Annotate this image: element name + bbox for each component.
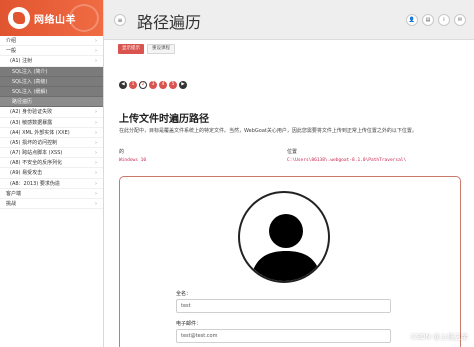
email-input[interactable]: test@test.com xyxy=(176,329,391,343)
brand-decoration xyxy=(69,4,99,32)
sidebar-item-label: (A9) 易受攻击 xyxy=(10,170,43,177)
os-label: 的 xyxy=(119,149,125,155)
page-title: 路径遍历 xyxy=(137,13,202,32)
sidebar-item-label: SQL注入 (简介) xyxy=(12,68,48,75)
sidebar-item[interactable]: (A2) 身份验证失败 › xyxy=(0,107,103,118)
profile-avatar[interactable] xyxy=(238,191,330,283)
sidebar-item[interactable]: 挑战 › xyxy=(0,199,103,210)
top-bar: ≡ 路径遍历 👤 ▤ i ✉ xyxy=(104,0,474,40)
brand-header: 网络山羊 xyxy=(0,0,103,36)
mail-icon[interactable]: ✉ xyxy=(454,14,466,26)
sidebar-item-label: 介绍 xyxy=(6,38,17,44)
watermark: CSDN @上线之余 xyxy=(410,333,468,341)
sidebar-item-label: (A2) 身份验证失败 xyxy=(10,109,53,116)
os-value: Windows 10 xyxy=(119,158,147,163)
lesson-toolbar: 显示提示 重设课程 xyxy=(118,44,464,54)
chevron-right-icon: › xyxy=(95,190,97,197)
sidebar: 网络山羊 介绍 › 一般 › (A1) 注射 › SQL注入 (简介) SQL注入 (高级) S… xyxy=(0,0,104,347)
sidebar-item-label: (A1) 注射 xyxy=(10,58,33,65)
sidebar-item-label: 挑战 xyxy=(6,201,17,207)
goat-logo-icon xyxy=(8,7,30,29)
location-value: C:\Users\86138\.webgoat-8.1.0\PathTraver… xyxy=(287,158,407,163)
page-3-button[interactable]: 3 xyxy=(149,81,157,89)
top-icon-group: 👤 ▤ i ✉ xyxy=(406,14,466,26)
chevron-right-icon: › xyxy=(95,139,97,146)
sidebar-nav: 介绍 › 一般 › (A1) 注射 › SQL注入 (简介) SQL注入 (高级) SQL注入 … xyxy=(0,36,103,210)
chevron-right-icon: › xyxy=(95,119,97,126)
sidebar-item-label: (A7) 跨站点脚本 (XSS) xyxy=(10,150,63,157)
sidebar-item-label: (A5) 损坏的访问控制 xyxy=(10,139,58,146)
show-hints-button[interactable]: 显示提示 xyxy=(118,44,144,54)
chevron-right-icon: › xyxy=(95,150,97,157)
chevron-right-icon: › xyxy=(95,58,97,65)
chevron-right-icon: › xyxy=(95,201,97,207)
lesson-description: 在此分配中，目标是覆盖文件系统上的特定文件。当然，WebGoat关心用户，因此您… xyxy=(119,128,417,134)
location-label: 位置 xyxy=(287,149,298,155)
sidebar-item[interactable]: 一般 › xyxy=(0,46,103,57)
page-5-button[interactable]: 5 xyxy=(169,81,177,89)
menu-toggle-icon[interactable]: ≡ xyxy=(114,14,126,26)
chevron-right-icon: › xyxy=(95,170,97,177)
page-1-button[interactable]: 1 xyxy=(129,81,137,89)
report-icon[interactable]: ▤ xyxy=(422,14,434,26)
info-grid: 的 位置 Windows 10 C:\Users\86138\.webgoat-… xyxy=(119,148,464,168)
sidebar-item-label: SQL注入 (缓解) xyxy=(12,88,48,95)
chevron-right-icon: › xyxy=(95,129,97,136)
sidebar-item[interactable]: (A9) 易受攻击 › xyxy=(0,168,103,179)
prev-page-icon[interactable]: ◀ xyxy=(119,81,127,89)
chevron-right-icon: › xyxy=(95,109,97,116)
sidebar-item[interactable]: SQL注入 (高级) xyxy=(0,76,103,87)
sidebar-item[interactable]: 客户端 › xyxy=(0,189,103,199)
sidebar-item-label: 一般 xyxy=(6,48,17,55)
reset-lesson-button[interactable]: 重设课程 xyxy=(147,44,175,54)
sidebar-item-label: 路径遍历 xyxy=(12,99,33,106)
sidebar-item[interactable]: 路径遍历 xyxy=(0,97,103,108)
info-icon[interactable]: i xyxy=(438,14,450,26)
sidebar-item-label: 客户端 xyxy=(6,190,22,197)
page-4-button[interactable]: 4 xyxy=(159,81,167,89)
sidebar-item[interactable]: (A4) XML 外部实体 (XXE) › xyxy=(0,128,103,138)
sidebar-item-label: (A4) XML 外部实体 (XXE) xyxy=(10,129,70,136)
fullname-label: 全名： xyxy=(176,291,192,297)
sidebar-item-label: (A3) 敏感数据暴露 xyxy=(10,119,53,126)
upload-form: 全名： test 电子邮件： test@test.com xyxy=(119,176,461,347)
sidebar-item-label: (A8：2013) 要求伪造 xyxy=(10,180,60,187)
sidebar-item[interactable]: 介绍 › xyxy=(0,36,103,47)
user-icon[interactable]: 👤 xyxy=(406,14,418,26)
sidebar-item-label: (A8) 不安全的反序列化 xyxy=(10,160,63,167)
lesson-pager: ◀ 1 2 3 4 5 ▶ xyxy=(119,81,187,89)
chevron-right-icon: › xyxy=(95,160,97,167)
fullname-input[interactable]: test xyxy=(176,299,391,313)
chevron-right-icon: › xyxy=(95,48,97,55)
page-2-button[interactable]: 2 xyxy=(139,81,147,89)
next-page-icon[interactable]: ▶ xyxy=(179,81,187,89)
sidebar-item[interactable]: (A1) 注射 › xyxy=(0,56,103,67)
sidebar-item[interactable]: (A7) 跨站点脚本 (XSS) › xyxy=(0,148,103,159)
sidebar-item[interactable]: SQL注入 (简介) xyxy=(0,66,103,77)
lesson-title: 上传文件时遍历路径 xyxy=(119,114,209,125)
sidebar-item[interactable]: (A5) 损坏的访问控制 › xyxy=(0,138,103,149)
email-label: 电子邮件： xyxy=(176,321,202,327)
sidebar-item-label: SQL注入 (高级) xyxy=(12,78,48,85)
chevron-right-icon: › xyxy=(95,38,97,44)
sidebar-item[interactable]: (A8：2013) 要求伪造 › xyxy=(0,179,103,189)
sidebar-item[interactable]: SQL注入 (缓解) xyxy=(0,86,103,98)
sidebar-item[interactable]: (A3) 敏感数据暴露 › xyxy=(0,118,103,128)
main-area: ≡ 路径遍历 👤 ▤ i ✉ 显示提示 重设课程 ◀ 1 2 3 4 5 ▶ 上… xyxy=(104,0,474,347)
person-silhouette-icon xyxy=(250,214,322,281)
chevron-right-icon: › xyxy=(95,180,97,187)
sidebar-item[interactable]: (A8) 不安全的反序列化 › xyxy=(0,158,103,169)
